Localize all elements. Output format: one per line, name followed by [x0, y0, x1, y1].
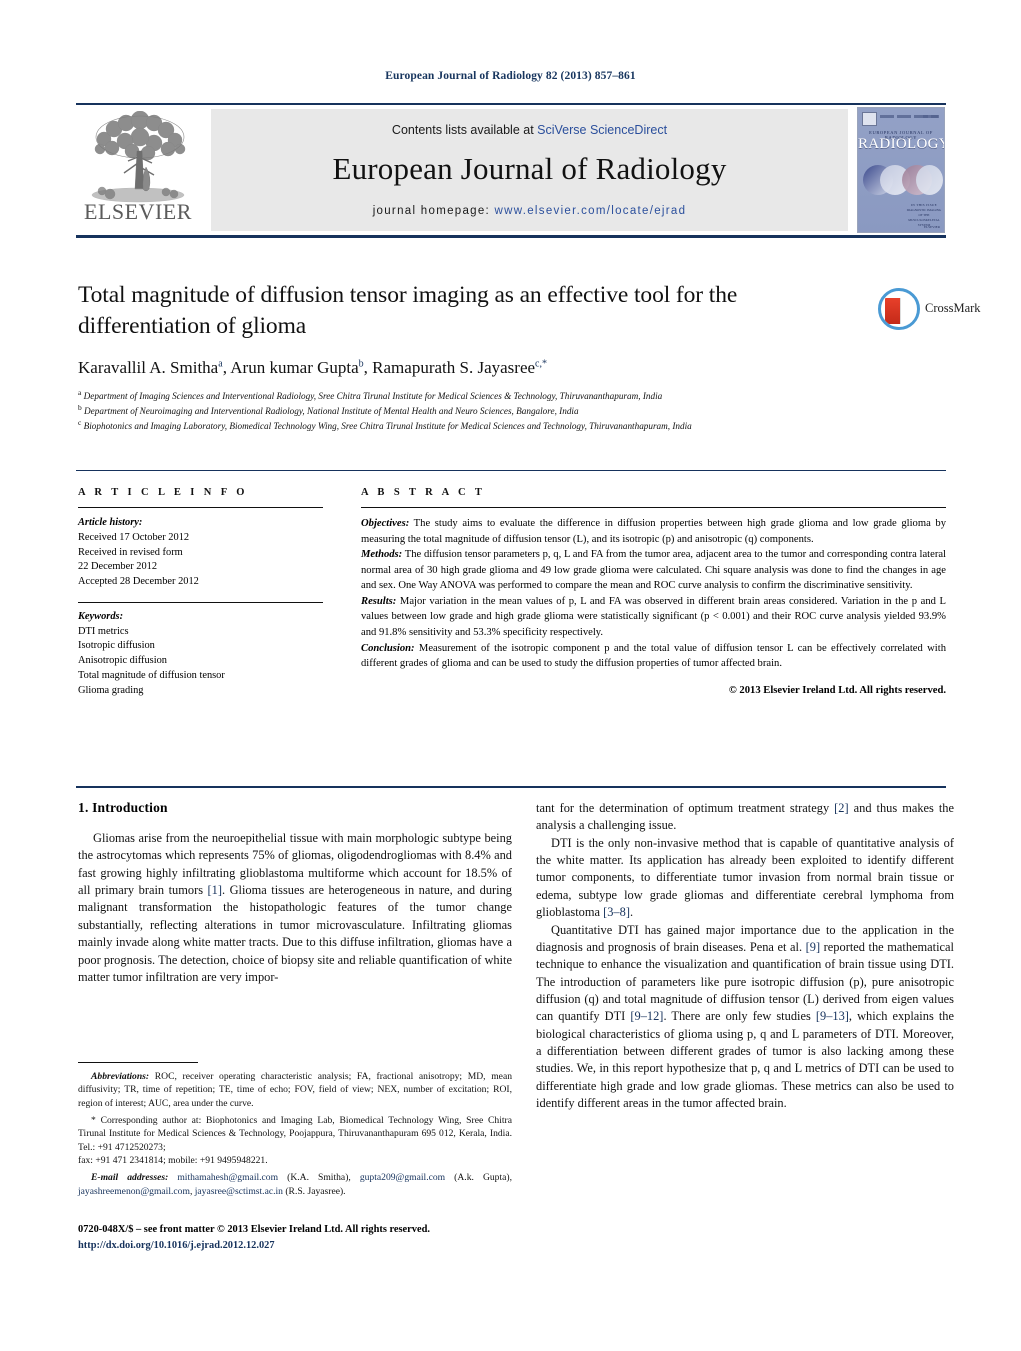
abstract-results: Results: Major variation in the mean val…: [361, 595, 946, 638]
keywords-label: Keywords:: [78, 610, 124, 622]
homepage-prefix: journal homepage:: [372, 205, 495, 217]
cover-issue-block: IN THIS ISSUE DIAGNOSTIC IMAGING OF THE …: [906, 203, 942, 227]
article-history-label: Article history:: [78, 517, 143, 528]
email-link-2[interactable]: gupta209@gmail.com: [360, 1172, 445, 1183]
abstract-objectives: Objectives: The study aims to evaluate t…: [361, 518, 946, 545]
cover-issn-text: [923, 115, 939, 118]
paper-page: European Journal of Radiology 82 (2013) …: [0, 0, 1021, 1351]
footnote-emails: E-mail addresses: mithamahesh@gmail.com …: [78, 1172, 512, 1197]
keyword-2: Isotropic diffusion: [78, 640, 155, 652]
journal-homepage-link[interactable]: www.elsevier.com/locate/ejrad: [495, 205, 687, 217]
crossmark-icon: [878, 288, 920, 330]
email-link-1[interactable]: mithamahesh@gmail.com: [177, 1172, 278, 1183]
author-list: Karavallil A. Smithaa, Arun kumar Guptab…: [78, 358, 547, 378]
intro-paragraph-1-cont: tant for the determination of optimum tr…: [536, 801, 954, 833]
intro-paragraph-2: DTI is the only non-invasive method that…: [536, 835, 954, 920]
keyword-4: Total magnitude of diffusion tensor: [78, 669, 225, 681]
introduction-right-text: tant for the determination of optimum tr…: [536, 800, 954, 1112]
abstract-rule: [361, 507, 946, 508]
cover-circle-4: [916, 165, 943, 195]
masthead-top-rule: [76, 103, 946, 105]
imprint-block: 0720-048X/$ – see front matter © 2013 El…: [78, 1222, 518, 1254]
affiliation-b: b Department of Neuroimaging and Interve…: [78, 403, 579, 417]
article-history-group: Article history: Received 17 October 201…: [78, 516, 323, 590]
body-column-left: 1. Introduction Gliomas arise from the n…: [78, 800, 512, 986]
masthead-bottom-rule: [76, 235, 946, 238]
contents-available-line: Contents lists available at SciVerse Sci…: [211, 123, 848, 137]
email-link-3[interactable]: jayashreemenon@gmail.com: [78, 1186, 190, 1197]
abstract-top-rule: [76, 470, 946, 471]
article-info-heading: A R T I C L E I N F O: [78, 487, 248, 498]
title-block: Total magnitude of diffusion tensor imag…: [78, 280, 848, 433]
crossmark-book-left: [885, 298, 900, 324]
intro-paragraph-3: Quantitative DTI has gained major import…: [536, 922, 954, 1111]
journal-title: European Journal of Radiology: [332, 151, 727, 186]
abstract-heading: A B S T R A C T: [361, 487, 486, 498]
keyword-1: DTI metrics: [78, 625, 129, 637]
sciencedirect-link[interactable]: SciVerse ScienceDirect: [537, 123, 667, 137]
journal-homepage-line: journal homepage: www.elsevier.com/locat…: [211, 205, 848, 217]
keywords-group: Keywords: DTI metrics Isotropic diffusio…: [78, 610, 323, 699]
page-title: Total magnitude of diffusion tensor imag…: [78, 282, 738, 339]
abstract-column: A B S T R A C T Objectives: The study ai…: [361, 487, 946, 698]
footnote-corresponding-author: * Corresponding author at: Biophotonics …: [78, 1114, 512, 1153]
keyword-3: Anisotropic diffusion: [78, 655, 167, 667]
section-heading-introduction: 1. Introduction: [78, 800, 168, 815]
elsevier-wordmark: ELSEVIER: [84, 199, 192, 224]
email-link-4[interactable]: jayasree@sctimst.ac.in: [195, 1186, 283, 1197]
cover-publisher-badge: [862, 112, 877, 126]
crossmark-label: CrossMark: [925, 301, 981, 315]
history-line-3: 22 December 2012: [78, 561, 158, 573]
journal-cover-thumbnail[interactable]: EUROPEAN JOURNAL OF RADIOLOGY RADIOLOGY …: [857, 107, 945, 233]
doi-link[interactable]: http://dx.doi.org/10.1016/j.ejrad.2012.1…: [78, 1238, 518, 1254]
body-column-right: tant for the determination of optimum tr…: [536, 800, 954, 1112]
crossmark-badge[interactable]: CrossMark: [878, 288, 981, 330]
abstract-body: Objectives: The study aims to evaluate t…: [361, 516, 946, 698]
cover-bottom-mark: ELSEVIER: [923, 225, 940, 229]
history-line-2: Received in revised form: [78, 546, 183, 558]
affiliation-list: a Department of Imaging Sciences and Int…: [78, 388, 848, 433]
article-info-rule: [78, 507, 323, 508]
abstract-copyright: © 2013 Elsevier Ireland Ltd. All rights …: [728, 684, 946, 696]
running-head: European Journal of Radiology 82 (2013) …: [385, 70, 636, 82]
footnote-rule: [78, 1062, 198, 1063]
abstract-bottom-rule: [76, 786, 946, 788]
footnote-abbreviations: Abbreviations: ROC, receiver operating c…: [78, 1071, 512, 1109]
intro-paragraph-1-left: Gliomas arise from the neuroepithelial t…: [78, 831, 512, 984]
history-line-1: Received 17 October 2012: [78, 531, 190, 543]
introduction-left-text: Gliomas arise from the neuroepithelial t…: [78, 830, 512, 986]
cover-journal-big-title: RADIOLOGY: [858, 136, 945, 152]
abstract-conclusion: Conclusion: Measurement of the isotropic…: [361, 642, 946, 670]
keywords-rule: [78, 601, 323, 603]
affiliation-a: a Department of Imaging Sciences and Int…: [78, 388, 663, 402]
imprint-front-matter: 0720-048X/$ – see front matter © 2013 El…: [78, 1224, 430, 1235]
footnote-fax-line: fax: +91 471 2341814; mobile: +91 949594…: [78, 1154, 268, 1166]
history-line-4: Accepted 28 December 2012: [78, 576, 199, 588]
contents-prefix: Contents lists available at: [391, 123, 538, 137]
cover-top-row: [862, 112, 940, 126]
crossmark-book-right: [900, 298, 915, 324]
journal-masthead: ELSEVIER Contents lists available at Sci…: [76, 103, 946, 238]
affiliation-c: c Biophotonics and Imaging Laboratory, B…: [78, 418, 692, 432]
abstract-methods: Methods: The diffusion tensor parameters…: [361, 549, 946, 592]
keyword-5: Glioma grading: [78, 684, 144, 696]
journal-banner: Contents lists available at SciVerse Sci…: [211, 109, 848, 231]
article-info-column: A R T I C L E I N F O Article history: R…: [78, 487, 323, 698]
footnote-block: Abbreviations: ROC, receiver operating c…: [78, 1070, 512, 1198]
